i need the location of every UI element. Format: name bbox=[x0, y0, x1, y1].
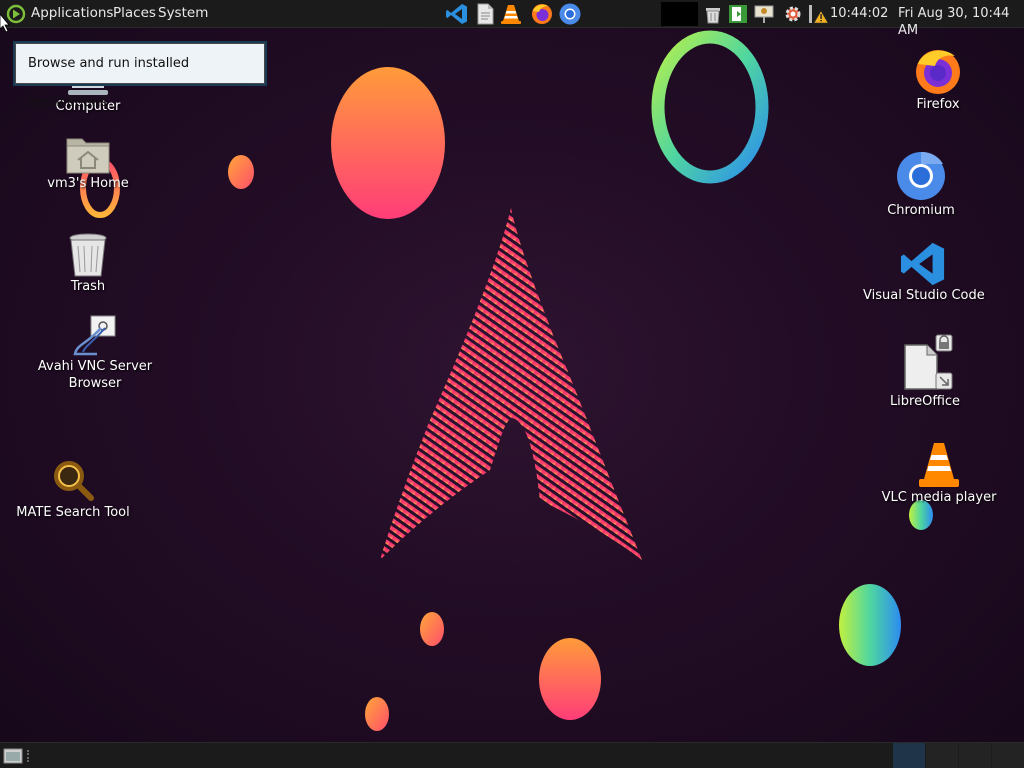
exit-icon[interactable] bbox=[727, 3, 749, 25]
desktop-icon-chromium[interactable]: Chromium bbox=[861, 150, 981, 219]
trash-icon[interactable] bbox=[702, 3, 724, 25]
desktop-icon-home[interactable]: vm3's Home bbox=[28, 133, 148, 192]
chromium-icon[interactable] bbox=[558, 2, 582, 26]
workspace-switcher-4[interactable] bbox=[992, 743, 1024, 768]
firefox-icon bbox=[916, 50, 960, 94]
system-monitor-applet[interactable] bbox=[661, 2, 698, 26]
desktop-icon-vlc[interactable]: VLC media player bbox=[879, 441, 999, 506]
desktop-label-chromium: Chromium bbox=[887, 203, 955, 218]
menu-places[interactable]: Places bbox=[113, 5, 156, 22]
desktop-icon-vnc[interactable]: Avahi VNC Server Browser bbox=[35, 314, 155, 392]
desktop-label-vscode: Visual Studio Code bbox=[863, 288, 985, 303]
chromium-icon bbox=[897, 151, 945, 200]
mouse-cursor-icon bbox=[0, 14, 10, 33]
desktop-icon-vscode[interactable]: Visual Studio Code bbox=[863, 241, 985, 304]
desktop-label-vlc: VLC media player bbox=[881, 490, 997, 505]
trash-icon bbox=[69, 233, 107, 277]
presentation-icon[interactable] bbox=[753, 3, 775, 25]
workspace-switcher-2[interactable] bbox=[926, 743, 958, 768]
show-desktop-icon[interactable] bbox=[3, 747, 23, 765]
menu-applications[interactable]: Applications bbox=[31, 5, 113, 22]
desktop-label-vnc: Avahi VNC Server Browser bbox=[37, 359, 153, 391]
desktop-label-trash: Trash bbox=[70, 279, 106, 294]
settings-gear-icon[interactable] bbox=[782, 3, 804, 25]
firefox-icon[interactable] bbox=[530, 2, 554, 26]
desktop-icon-libreoffice[interactable]: LibreOffice bbox=[865, 333, 985, 410]
menu-system[interactable]: System bbox=[158, 5, 208, 22]
vnc-icon bbox=[73, 315, 116, 356]
vscode-icon[interactable] bbox=[445, 2, 469, 26]
desktop-label-home: vm3's Home bbox=[47, 176, 129, 191]
text-editor-icon[interactable] bbox=[473, 2, 497, 26]
system-clock-seconds[interactable]: 10:44:02 bbox=[830, 5, 888, 22]
vlc-icon bbox=[919, 443, 959, 487]
home-folder-icon bbox=[66, 138, 110, 174]
desktop-icon-trash[interactable]: Trash bbox=[28, 232, 148, 295]
update-warning-icon[interactable] bbox=[806, 3, 830, 25]
top-panel: Applications Places System 10:44:02 Fri … bbox=[0, 0, 1024, 38]
vscode-icon bbox=[900, 242, 945, 286]
desktop-label-libreoffice: LibreOffice bbox=[889, 394, 961, 409]
search-tool-icon bbox=[54, 461, 94, 501]
workspace-switcher-3[interactable] bbox=[959, 743, 991, 768]
applications-tooltip: Browse and run installed applications bbox=[15, 43, 265, 110]
bottom-panel bbox=[0, 742, 1024, 768]
desktop-label-firefox: Firefox bbox=[916, 97, 960, 112]
panel-handle[interactable] bbox=[27, 750, 31, 762]
vlc-icon[interactable] bbox=[499, 2, 523, 26]
date-time-clock[interactable]: Fri Aug 30, 10:44 AM bbox=[898, 5, 1024, 39]
desktop-icon-firefox[interactable]: Firefox bbox=[878, 46, 998, 113]
desktop-label-search-tool: MATE Search Tool bbox=[16, 505, 130, 520]
desktop-icon-search-tool[interactable]: MATE Search Tool bbox=[13, 456, 133, 521]
libreoffice-icon bbox=[904, 334, 953, 390]
workspace-switcher-active[interactable] bbox=[893, 743, 925, 768]
